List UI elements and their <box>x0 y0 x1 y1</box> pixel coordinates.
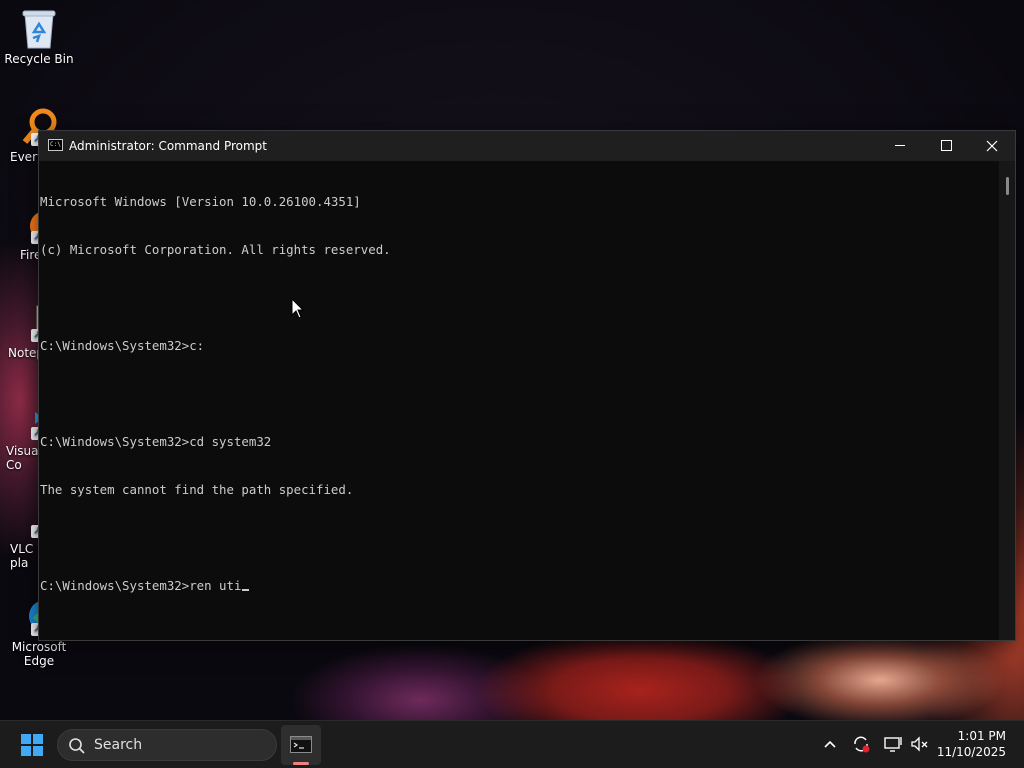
volume-muted-icon[interactable] <box>908 733 930 755</box>
clock-time: 1:01 PM <box>957 729 1006 743</box>
maximize-icon <box>940 140 952 151</box>
console-prompt-text: C:\Windows\System32>ren uti <box>40 578 242 593</box>
terminal-icon <box>290 736 312 753</box>
clock-date: 11/10/2025 <box>936 745 1006 759</box>
console-line: (c) Microsoft Corporation. All rights re… <box>40 242 391 257</box>
taskbar-app-terminal[interactable] <box>281 725 321 765</box>
display-icon[interactable] <box>882 733 904 755</box>
taskbar-search-box[interactable]: Search <box>57 729 277 761</box>
search-icon <box>69 738 85 754</box>
text-cursor <box>242 589 250 591</box>
mouse-pointer-icon <box>291 298 305 319</box>
vertical-scrollbar[interactable] <box>999 161 1015 640</box>
taskbar: Search 1:01 PM 11/10/2025 <box>0 720 1024 768</box>
desktop-icon-label: Recycle Bin <box>4 52 74 66</box>
console-line: C:\Windows\System32>c: <box>40 338 205 353</box>
recycle-bin-icon <box>19 8 59 49</box>
console-line: C:\Windows\System32>cd system32 <box>40 434 272 449</box>
minimize-icon <box>895 145 905 146</box>
console-line: The system cannot find the path specifie… <box>40 482 354 497</box>
close-icon <box>986 140 998 151</box>
scrollbar-thumb[interactable] <box>1006 177 1009 195</box>
maximize-button[interactable] <box>923 131 969 161</box>
sync-icon[interactable] <box>850 733 872 755</box>
console-output[interactable]: Microsoft Windows [Version 10.0.26100.43… <box>39 161 999 640</box>
windows-logo-icon <box>21 734 43 756</box>
command-prompt-window[interactable]: C:\ Administrator: Command Prompt Micros… <box>38 130 1016 641</box>
chevron-up-icon[interactable] <box>819 733 841 755</box>
active-app-indicator <box>293 762 309 765</box>
console-input-line[interactable]: C:\Windows\System32>ren uti <box>40 578 999 594</box>
desktop-icon-label: Microsoft Edge <box>11 640 67 668</box>
search-label: Search <box>94 737 143 753</box>
start-button[interactable] <box>14 729 50 761</box>
cmd-icon: C:\ <box>48 139 63 151</box>
window-titlebar[interactable]: C:\ Administrator: Command Prompt <box>39 131 1015 161</box>
desktop-icon-recycle-bin[interactable]: Recycle Bin <box>0 8 78 66</box>
minimize-button[interactable] <box>877 131 923 161</box>
close-button[interactable] <box>969 131 1015 161</box>
console-line: Microsoft Windows [Version 10.0.26100.43… <box>40 194 361 209</box>
window-title: Administrator: Command Prompt <box>69 139 267 153</box>
taskbar-clock[interactable]: 1:01 PM 11/10/2025 <box>937 728 1006 760</box>
